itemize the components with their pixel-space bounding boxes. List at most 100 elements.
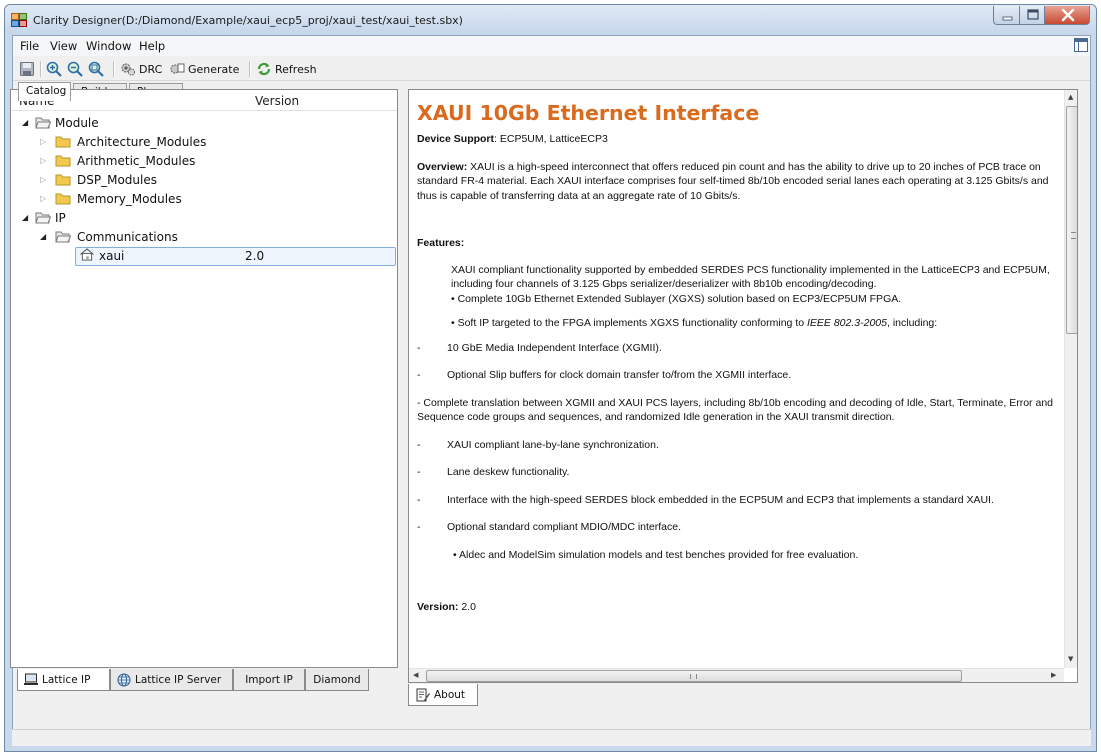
vertical-scroll-thumb[interactable] bbox=[1066, 106, 1077, 334]
expanded-triangle-icon[interactable]: ◢ bbox=[22, 213, 28, 222]
generate-label: Generate bbox=[188, 62, 240, 76]
minimize-button[interactable] bbox=[993, 6, 1020, 25]
tab-catalog[interactable]: Catalog bbox=[18, 82, 71, 101]
dash-item: - XAUI compliant lane-by-lane synchroniza… bbox=[417, 438, 659, 451]
document-edit-icon bbox=[416, 688, 430, 701]
toolbar-separator bbox=[40, 61, 41, 77]
tab-diamond[interactable]: Diamond bbox=[305, 669, 369, 691]
tree-node-communications[interactable]: ◢ Communications bbox=[11, 228, 397, 246]
menu-window[interactable]: Window bbox=[86, 39, 131, 53]
ip-heading: XAUI 10Gb Ethernet Interface bbox=[417, 101, 760, 125]
close-icon bbox=[1061, 8, 1075, 22]
overview-text: XAUI is a high-speed interconnect that o… bbox=[417, 160, 1049, 202]
tree-label: Module bbox=[55, 116, 99, 130]
scroll-right-icon[interactable]: ▶ bbox=[1051, 671, 1056, 679]
tab-label: Import IP bbox=[245, 673, 293, 686]
refresh-icon bbox=[257, 62, 271, 76]
dash-item-text: Lane deskew functionality. bbox=[447, 466, 570, 478]
app-window: Clarity Designer(D:/Diamond/Example/xaui… bbox=[4, 4, 1097, 752]
window-title: Clarity Designer(D:/Diamond/Example/xaui… bbox=[33, 14, 463, 27]
collapsed-triangle-icon[interactable]: ▷ bbox=[40, 175, 46, 184]
standard-reference: IEEE 802.3-2005 bbox=[807, 317, 887, 329]
folder-open-icon bbox=[35, 117, 51, 129]
menu-file[interactable]: File bbox=[20, 39, 39, 53]
toolbar: DRC Generate Refresh bbox=[13, 57, 1090, 81]
tab-label: Diamond bbox=[313, 673, 361, 686]
scroll-up-icon[interactable]: ▲ bbox=[1068, 93, 1073, 101]
refresh-button[interactable]: Refresh bbox=[256, 60, 317, 78]
zoom-in-icon[interactable] bbox=[46, 61, 62, 77]
dash-item-text: Optional standard compliant MDIO/MDC int… bbox=[447, 521, 682, 533]
tree-node-module[interactable]: ◢ Module bbox=[11, 114, 397, 132]
tree-node-memory-modules[interactable]: ▷ Memory_Modules bbox=[11, 190, 397, 208]
tree-node-dsp-modules[interactable]: ▷ DSP_Modules bbox=[11, 171, 397, 189]
tab-import-ip[interactable]: Import IP bbox=[233, 669, 305, 691]
generate-button[interactable]: Generate bbox=[169, 60, 239, 78]
drc-button[interactable]: DRC bbox=[120, 60, 162, 78]
tree-node-ip[interactable]: ◢ IP bbox=[11, 209, 397, 227]
maximize-icon bbox=[1027, 9, 1039, 20]
folder-icon bbox=[55, 174, 71, 186]
drc-label: DRC bbox=[139, 62, 163, 76]
tree-version: 2.0 bbox=[245, 249, 265, 263]
title-bar[interactable]: Clarity Designer(D:/Diamond/Example/xaui… bbox=[5, 5, 1096, 35]
collapsed-triangle-icon[interactable]: ▷ bbox=[40, 156, 46, 165]
menu-bar: File View Window Help bbox=[13, 36, 1090, 56]
tree-label: Communications bbox=[77, 230, 178, 244]
vertical-scrollbar[interactable]: ▲ ▼ bbox=[1064, 90, 1077, 668]
feature-intro: XAUI compliant functionality supported b… bbox=[451, 263, 1050, 291]
collapsed-triangle-icon[interactable]: ▷ bbox=[40, 137, 46, 146]
expanded-triangle-icon[interactable]: ◢ bbox=[40, 232, 46, 241]
tab-about[interactable]: About bbox=[408, 684, 478, 706]
version-value: 2.0 bbox=[458, 601, 476, 613]
tree-label: Memory_Modules bbox=[77, 192, 182, 206]
menu-help[interactable]: Help bbox=[139, 39, 165, 53]
expanded-triangle-icon[interactable]: ◢ bbox=[22, 118, 28, 127]
status-bar bbox=[12, 729, 1091, 746]
collapsed-triangle-icon[interactable]: ▷ bbox=[40, 194, 46, 203]
dash-item: - Optional standard compliant MDIO/MDC in… bbox=[417, 521, 682, 533]
zoom-out-icon[interactable] bbox=[67, 61, 83, 77]
zoom-fit-icon[interactable] bbox=[88, 61, 104, 77]
horizontal-scrollbar[interactable]: ◀ ▶ bbox=[409, 668, 1064, 682]
refresh-label: Refresh bbox=[275, 62, 317, 76]
dash-item: - Optional Slip buffers for clock domain … bbox=[417, 369, 792, 381]
tree-node-arithmetic-modules[interactable]: ▷ Arithmetic_Modules bbox=[11, 152, 397, 170]
version-label: Version: bbox=[417, 601, 459, 613]
clarity-app-icon bbox=[11, 13, 27, 27]
menu-view[interactable]: View bbox=[50, 39, 77, 53]
toolbar-separator bbox=[249, 61, 250, 77]
save-icon[interactable] bbox=[19, 61, 35, 77]
computer-icon bbox=[24, 673, 38, 685]
tree-label: Architecture_Modules bbox=[77, 135, 207, 149]
folder-icon bbox=[55, 155, 71, 167]
toolbar-separator bbox=[113, 61, 114, 77]
drc-gears-icon bbox=[121, 63, 135, 76]
device-support-label: Device Support bbox=[417, 133, 495, 145]
layout-panel-icon[interactable] bbox=[1074, 38, 1088, 52]
column-version[interactable]: Version bbox=[255, 94, 299, 108]
house-icon bbox=[80, 248, 94, 261]
device-support-value: : ECP5UM, LatticeECP3 bbox=[494, 133, 608, 145]
generate-icon bbox=[170, 63, 185, 74]
folder-icon bbox=[55, 193, 71, 205]
tree-node-architecture-modules[interactable]: ▷ Architecture_Modules bbox=[11, 133, 397, 151]
dash-item: - Interface with the high-speed SERDES bl… bbox=[417, 493, 994, 506]
tab-lattice-ip[interactable]: Lattice IP bbox=[17, 669, 110, 691]
feature-bullet: • Complete 10Gb Ethernet Extended Sublay… bbox=[451, 292, 902, 305]
tab-label: About bbox=[434, 688, 466, 701]
dash-item-text: Interface with the high-speed SERDES blo… bbox=[447, 493, 994, 506]
tree-node-xaui[interactable]: xaui 2.0 bbox=[11, 247, 397, 266]
overview-paragraph: Overview: XAUI is a high-speed interconn… bbox=[417, 160, 1057, 204]
tab-lattice-ip-server[interactable]: Lattice IP Server bbox=[110, 669, 233, 691]
horizontal-scroll-thumb[interactable] bbox=[426, 670, 962, 682]
maximize-button[interactable] bbox=[1019, 6, 1045, 25]
about-document: XAUI 10Gb Ethernet Interface Device Supp… bbox=[417, 100, 1057, 615]
bullet-text: • Soft IP targeted to the FPGA implement… bbox=[451, 317, 807, 329]
dash-item-text: 10 GbE Media Independent Interface (XGMI… bbox=[447, 341, 662, 354]
scroll-down-icon[interactable]: ▼ bbox=[1068, 655, 1073, 663]
scroll-left-icon[interactable]: ◀ bbox=[413, 671, 418, 679]
tree-label: IP bbox=[55, 211, 66, 225]
close-button[interactable] bbox=[1044, 6, 1090, 25]
grip-icon bbox=[1071, 232, 1076, 239]
